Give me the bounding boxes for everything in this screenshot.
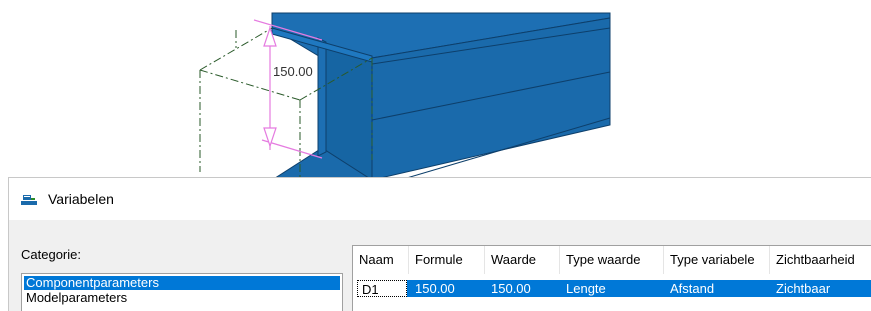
category-list[interactable]: Componentparameters Modelparameters [21, 273, 343, 311]
column-header-naam[interactable]: Naam [353, 246, 409, 274]
variables-dialog: Variabelen Categorie: Componentparameter… [8, 177, 871, 311]
steel-profile-drawing [199, 12, 611, 180]
cell-type-variabele[interactable]: Afstand [664, 280, 770, 297]
variables-icon [21, 195, 37, 205]
dialog-titlebar[interactable]: Variabelen [9, 178, 871, 220]
application-window: 150.00 Variabelen Categorie: Componentpa… [0, 0, 871, 311]
dialog-title: Variabelen [48, 191, 114, 207]
column-header-waarde[interactable]: Waarde [485, 246, 560, 274]
category-item-componentparameters[interactable]: Componentparameters [24, 276, 340, 290]
cell-naam[interactable]: D1 [357, 280, 407, 297]
table-row[interactable]: D1 150.00 150.00 Lengte Afstand Zichtbaa… [357, 280, 871, 297]
cell-waarde[interactable]: 150.00 [485, 280, 560, 297]
table-header: Naam Formule Waarde Type waarde Type var… [353, 246, 871, 274]
dimension-value-label[interactable]: 150.00 [272, 64, 314, 80]
variables-table[interactable]: Naam Formule Waarde Type waarde Type var… [352, 245, 871, 311]
column-header-formule[interactable]: Formule [409, 246, 485, 274]
category-label: Categorie: [21, 247, 81, 262]
channel-end-face-web [317, 37, 327, 157]
category-item-modelparameters[interactable]: Modelparameters [24, 291, 340, 305]
model-viewport[interactable]: 150.00 [0, 0, 871, 180]
column-header-type-variabele[interactable]: Type variabele [664, 246, 770, 274]
column-header-zichtbaarheid[interactable]: Zichtbaarheid [770, 246, 871, 274]
column-header-type-waarde[interactable]: Type waarde [560, 246, 664, 274]
cell-formule[interactable]: 150.00 [409, 280, 485, 297]
cell-type-waarde[interactable]: Lengte [560, 280, 664, 297]
cell-zichtbaarheid[interactable]: Zichtbaar [770, 280, 871, 297]
